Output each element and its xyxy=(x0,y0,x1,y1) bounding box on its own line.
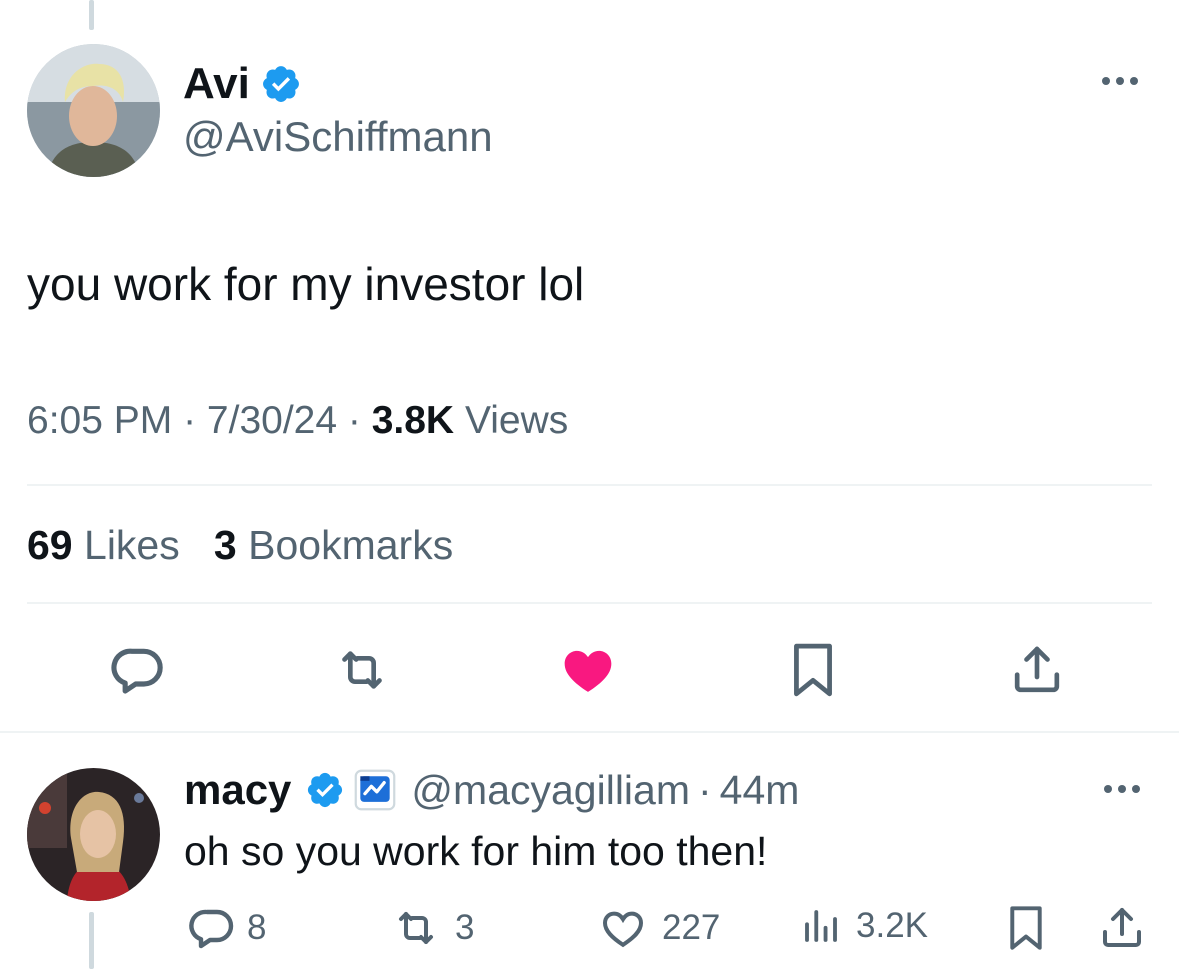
bookmark-button[interactable] xyxy=(786,640,840,700)
reply-share-button[interactable] xyxy=(1098,904,1146,957)
reply-header: macy @macyagilliam · 44m xyxy=(184,765,799,815)
repost-count: 3 xyxy=(455,908,475,947)
divider xyxy=(27,484,1152,486)
repost-button[interactable] xyxy=(326,640,398,700)
reply-button[interactable] xyxy=(105,640,171,700)
likes-stat[interactable]: 69 Likes xyxy=(27,522,180,568)
meta-separator: · xyxy=(347,399,372,442)
share-icon xyxy=(1014,646,1060,693)
reply-count: 8 xyxy=(247,908,267,947)
like-button[interactable] xyxy=(556,640,620,700)
tweet-meta: 6:05 PM · 7/30/24 · 3.8K Views xyxy=(27,398,568,444)
bookmarks-label: Bookmarks xyxy=(248,522,454,568)
reply-text: oh so you work for him too then! xyxy=(184,828,768,874)
divider xyxy=(27,602,1152,604)
author-name-row[interactable]: Avi xyxy=(183,58,302,110)
views-label: Views xyxy=(464,399,569,442)
reply-author-handle[interactable]: @macyagilliam xyxy=(411,765,690,815)
reply-reply-button[interactable]: 8 xyxy=(187,904,266,952)
heart-outline-icon xyxy=(602,911,644,948)
reply-separator: · xyxy=(698,767,712,813)
tweet-text: you work for my investor lol xyxy=(27,258,585,310)
views-count: 3.8K xyxy=(371,399,455,442)
repost-icon xyxy=(342,651,382,689)
reply-icon xyxy=(189,909,234,949)
reply-views-button[interactable]: 3.2K xyxy=(800,904,928,948)
affiliate-badge-icon[interactable] xyxy=(353,768,397,812)
meta-separator: · xyxy=(183,399,207,442)
verified-badge-icon xyxy=(305,770,345,810)
author-avatar[interactable] xyxy=(27,44,160,177)
likes-label: Likes xyxy=(84,522,180,568)
tweet-date[interactable]: 7/30/24 xyxy=(207,399,337,442)
reply-repost-button[interactable]: 3 xyxy=(385,904,474,952)
reply-like-button[interactable]: 227 xyxy=(596,904,720,952)
bookmark-icon xyxy=(1010,906,1042,950)
reply-author-name[interactable]: macy xyxy=(184,765,291,815)
more-icon[interactable] xyxy=(1102,77,1138,85)
author-name[interactable]: Avi xyxy=(183,58,250,110)
reply-icon xyxy=(111,648,163,694)
likes-count: 69 xyxy=(27,522,73,568)
thread-connector-top xyxy=(89,0,94,30)
heart-filled-icon xyxy=(564,650,612,692)
divider xyxy=(0,731,1179,733)
repost-icon xyxy=(399,912,433,944)
more-icon[interactable] xyxy=(1104,785,1140,793)
like-count: 227 xyxy=(662,908,721,947)
share-icon xyxy=(1103,908,1141,947)
reply-author-avatar[interactable] xyxy=(27,768,160,901)
tweet-time[interactable]: 6:05 PM xyxy=(27,399,172,442)
views-icon xyxy=(805,910,837,942)
thread-connector-bottom xyxy=(89,912,94,969)
bookmarks-count: 3 xyxy=(213,522,237,568)
reply-age[interactable]: 44m xyxy=(720,765,800,815)
views-count: 3.2K xyxy=(856,906,928,945)
bookmark-icon xyxy=(794,643,832,697)
reply-bookmark-button[interactable] xyxy=(1005,904,1047,957)
bookmarks-stat[interactable]: 3 Bookmarks xyxy=(214,522,453,568)
share-button[interactable] xyxy=(1007,640,1067,700)
verified-badge-icon xyxy=(260,63,302,105)
author-handle[interactable]: @AviSchiffmann xyxy=(183,112,493,162)
engagement-stats: 69 Likes 3 Bookmarks xyxy=(27,521,453,569)
